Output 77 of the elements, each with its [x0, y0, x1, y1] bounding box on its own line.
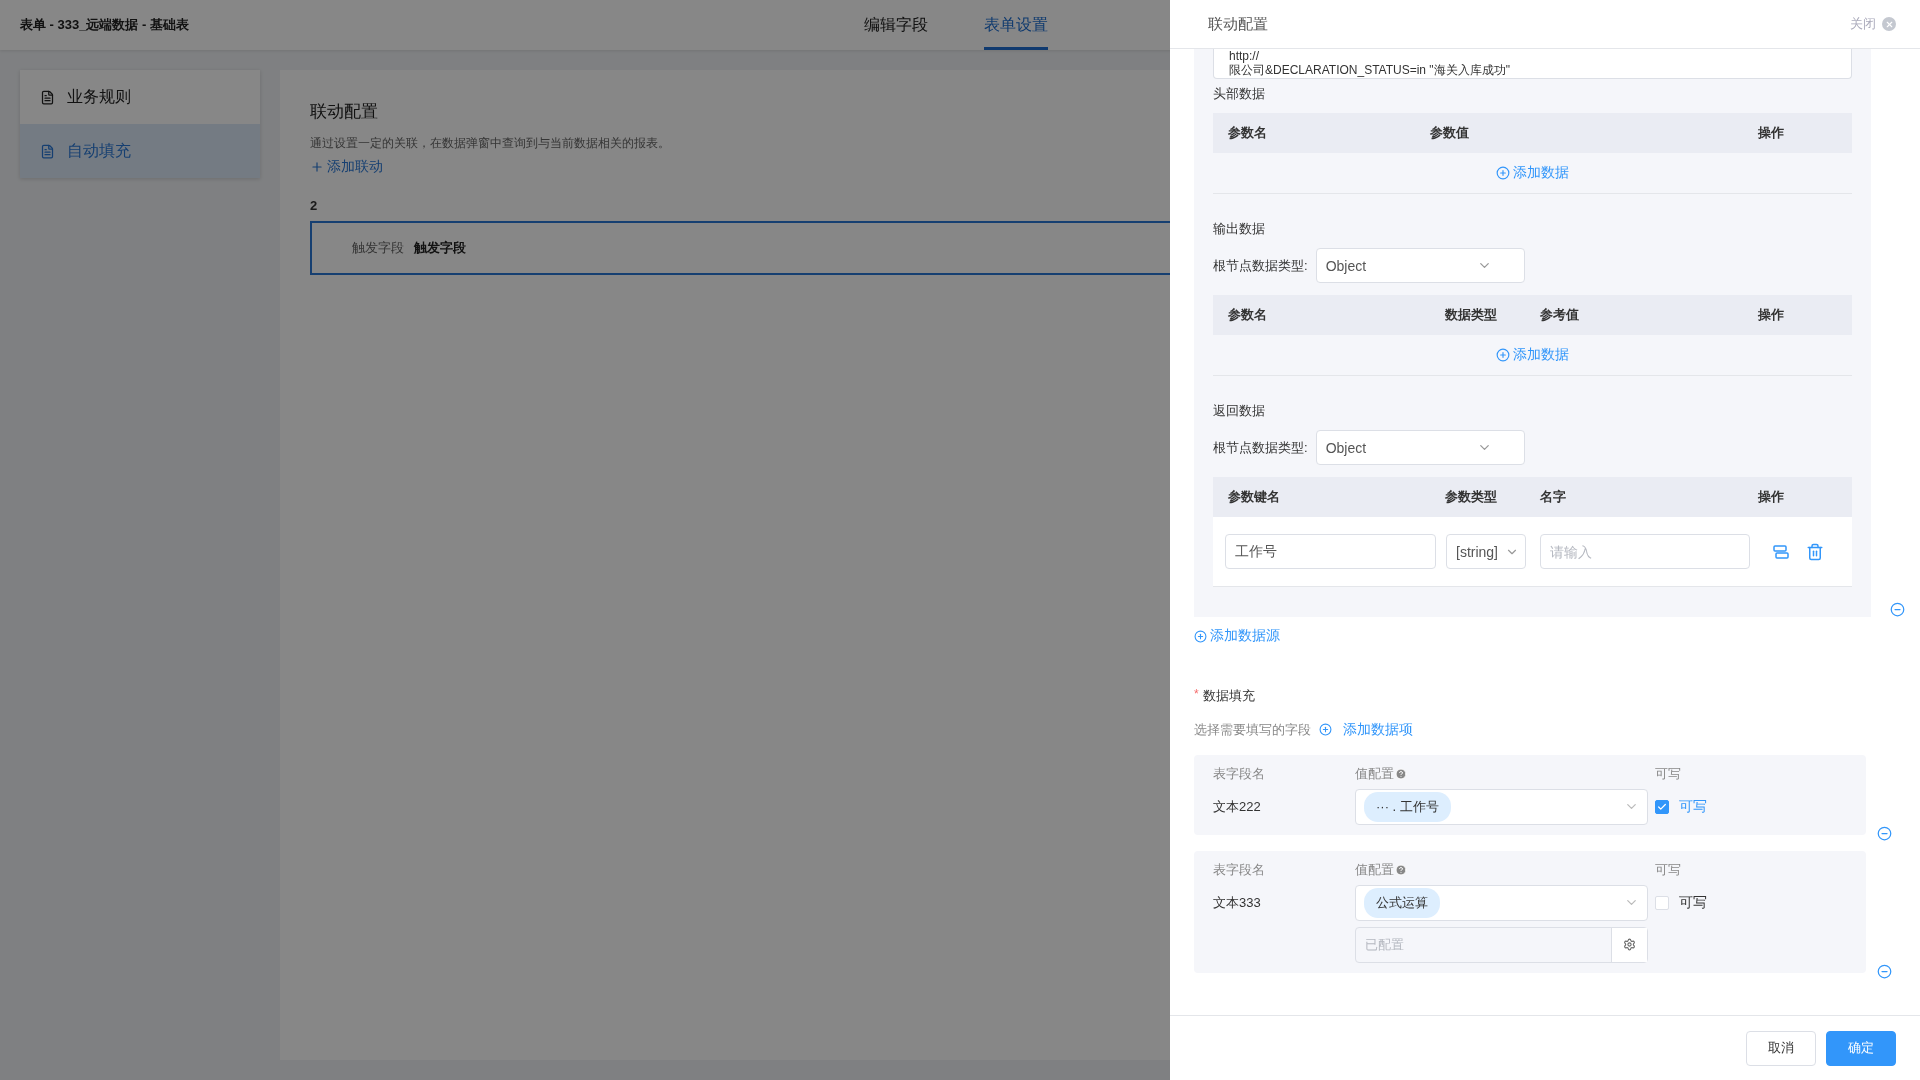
delete-icon[interactable] — [1806, 542, 1824, 561]
drawer-title: 联动配置 — [1208, 14, 1268, 34]
plus-icon — [310, 160, 324, 174]
url-field[interactable]: http:// 限公司&DECLARATION_STATUS=in "海关入库成功" — [1213, 49, 1852, 79]
column-header: 操作 — [1758, 306, 1785, 324]
checkbox[interactable] — [1655, 799, 1669, 814]
column-label: 可写 — [1655, 860, 1682, 879]
sidebar-item[interactable]: 业务规则 — [20, 70, 260, 124]
value-select[interactable]: ··· . 工作号 — [1355, 788, 1648, 825]
value-tag: ··· . 工作号 — [1364, 791, 1451, 822]
column-header: 操作 — [1758, 124, 1785, 142]
tab[interactable]: 编辑字段 — [864, 0, 928, 50]
column-header: 参数名 — [1228, 124, 1268, 142]
section-label: 数据填充 — [1202, 686, 1255, 705]
field-label: 根节点数据类型: — [1213, 256, 1308, 275]
add-source-link[interactable]: 添加数据源 — [1194, 627, 1280, 645]
description: 通过设置一定的关联，在数据弹窗中查询到与当前数据相关的报表。 — [310, 135, 670, 152]
remove-icon[interactable] — [1877, 963, 1892, 979]
check-icon — [1657, 801, 1667, 812]
confirm-button[interactable]: 确定 — [1826, 1030, 1896, 1066]
section-label: 输出数据 — [1213, 220, 1265, 238]
column-label: 值配置 — [1355, 860, 1655, 879]
section-label: 返回数据 — [1213, 402, 1265, 420]
hint-text: 选择需要填写的字段 — [1194, 720, 1311, 739]
column-label: 表字段名 — [1213, 764, 1266, 783]
card-title: 联动配置 — [310, 101, 378, 123]
type-select[interactable]: Object — [1315, 248, 1525, 283]
tab[interactable]: 表单设置 — [984, 0, 1048, 50]
document-icon — [40, 89, 55, 105]
value-select[interactable]: 公式运算 — [1355, 884, 1648, 921]
group-number: 2 — [310, 198, 319, 213]
column-header: 参数名 — [1228, 306, 1268, 324]
help-icon[interactable] — [1395, 767, 1407, 780]
add-icon — [1496, 166, 1510, 180]
help-icon[interactable] — [1395, 863, 1407, 876]
add-icon — [1496, 348, 1510, 362]
column-header: 名字 — [1540, 488, 1567, 506]
key-input[interactable]: 工作号 — [1225, 534, 1436, 569]
value-tag: 公式运算 — [1364, 887, 1440, 918]
column-header: 参考值 — [1540, 306, 1580, 324]
remove-icon[interactable] — [1877, 825, 1892, 841]
trigger-label: 触发字段 — [352, 239, 404, 257]
field-name: 文本333 — [1213, 893, 1262, 912]
settings-icon — [1623, 938, 1636, 951]
column-header: 操作 — [1758, 488, 1785, 506]
column-label: 表字段名 — [1213, 860, 1266, 879]
add-icon — [1194, 629, 1207, 643]
add-item-link[interactable]: 添加数据项 — [1319, 720, 1413, 739]
close-icon — [1882, 17, 1896, 31]
writable-checkbox[interactable]: 可写 — [1655, 797, 1847, 816]
add-icon — [1319, 723, 1332, 736]
section-label: 头部数据 — [1213, 85, 1265, 103]
column-header: 参数值 — [1430, 124, 1470, 142]
column-header: 数据类型 — [1445, 306, 1498, 324]
writable-checkbox[interactable]: 可写 — [1655, 893, 1847, 912]
document-icon — [40, 143, 55, 159]
required-mark: * — [1194, 686, 1199, 703]
page-title: 表单 - 333_远端数据 - 基础表 — [20, 16, 190, 34]
field-name: 文本222 — [1213, 797, 1262, 816]
trigger-value: 触发字段 — [414, 239, 466, 257]
formula-field[interactable]: 已配置 — [1355, 926, 1648, 963]
cancel-button[interactable]: 取消 — [1746, 1030, 1816, 1066]
add-data-link[interactable]: 添加数据 — [1496, 164, 1569, 182]
type-select[interactable]: Object — [1315, 430, 1525, 465]
copy-icon[interactable] — [1772, 542, 1790, 561]
settings-button[interactable] — [1611, 927, 1647, 962]
add-data-link[interactable]: 添加数据 — [1496, 346, 1569, 364]
column-header: 参数键名 — [1228, 488, 1281, 506]
formula-input[interactable]: 已配置 — [1356, 927, 1611, 962]
type-select[interactable]: [string] — [1446, 534, 1526, 569]
name-input[interactable]: 请输入 — [1540, 534, 1750, 569]
add-link[interactable]: 添加联动 — [310, 158, 383, 176]
column-label: 可写 — [1655, 764, 1682, 783]
column-label: 值配置 — [1355, 764, 1655, 783]
remove-icon[interactable] — [1890, 602, 1905, 617]
field-label: 根节点数据类型: — [1213, 438, 1308, 457]
column-header: 参数类型 — [1445, 488, 1498, 506]
